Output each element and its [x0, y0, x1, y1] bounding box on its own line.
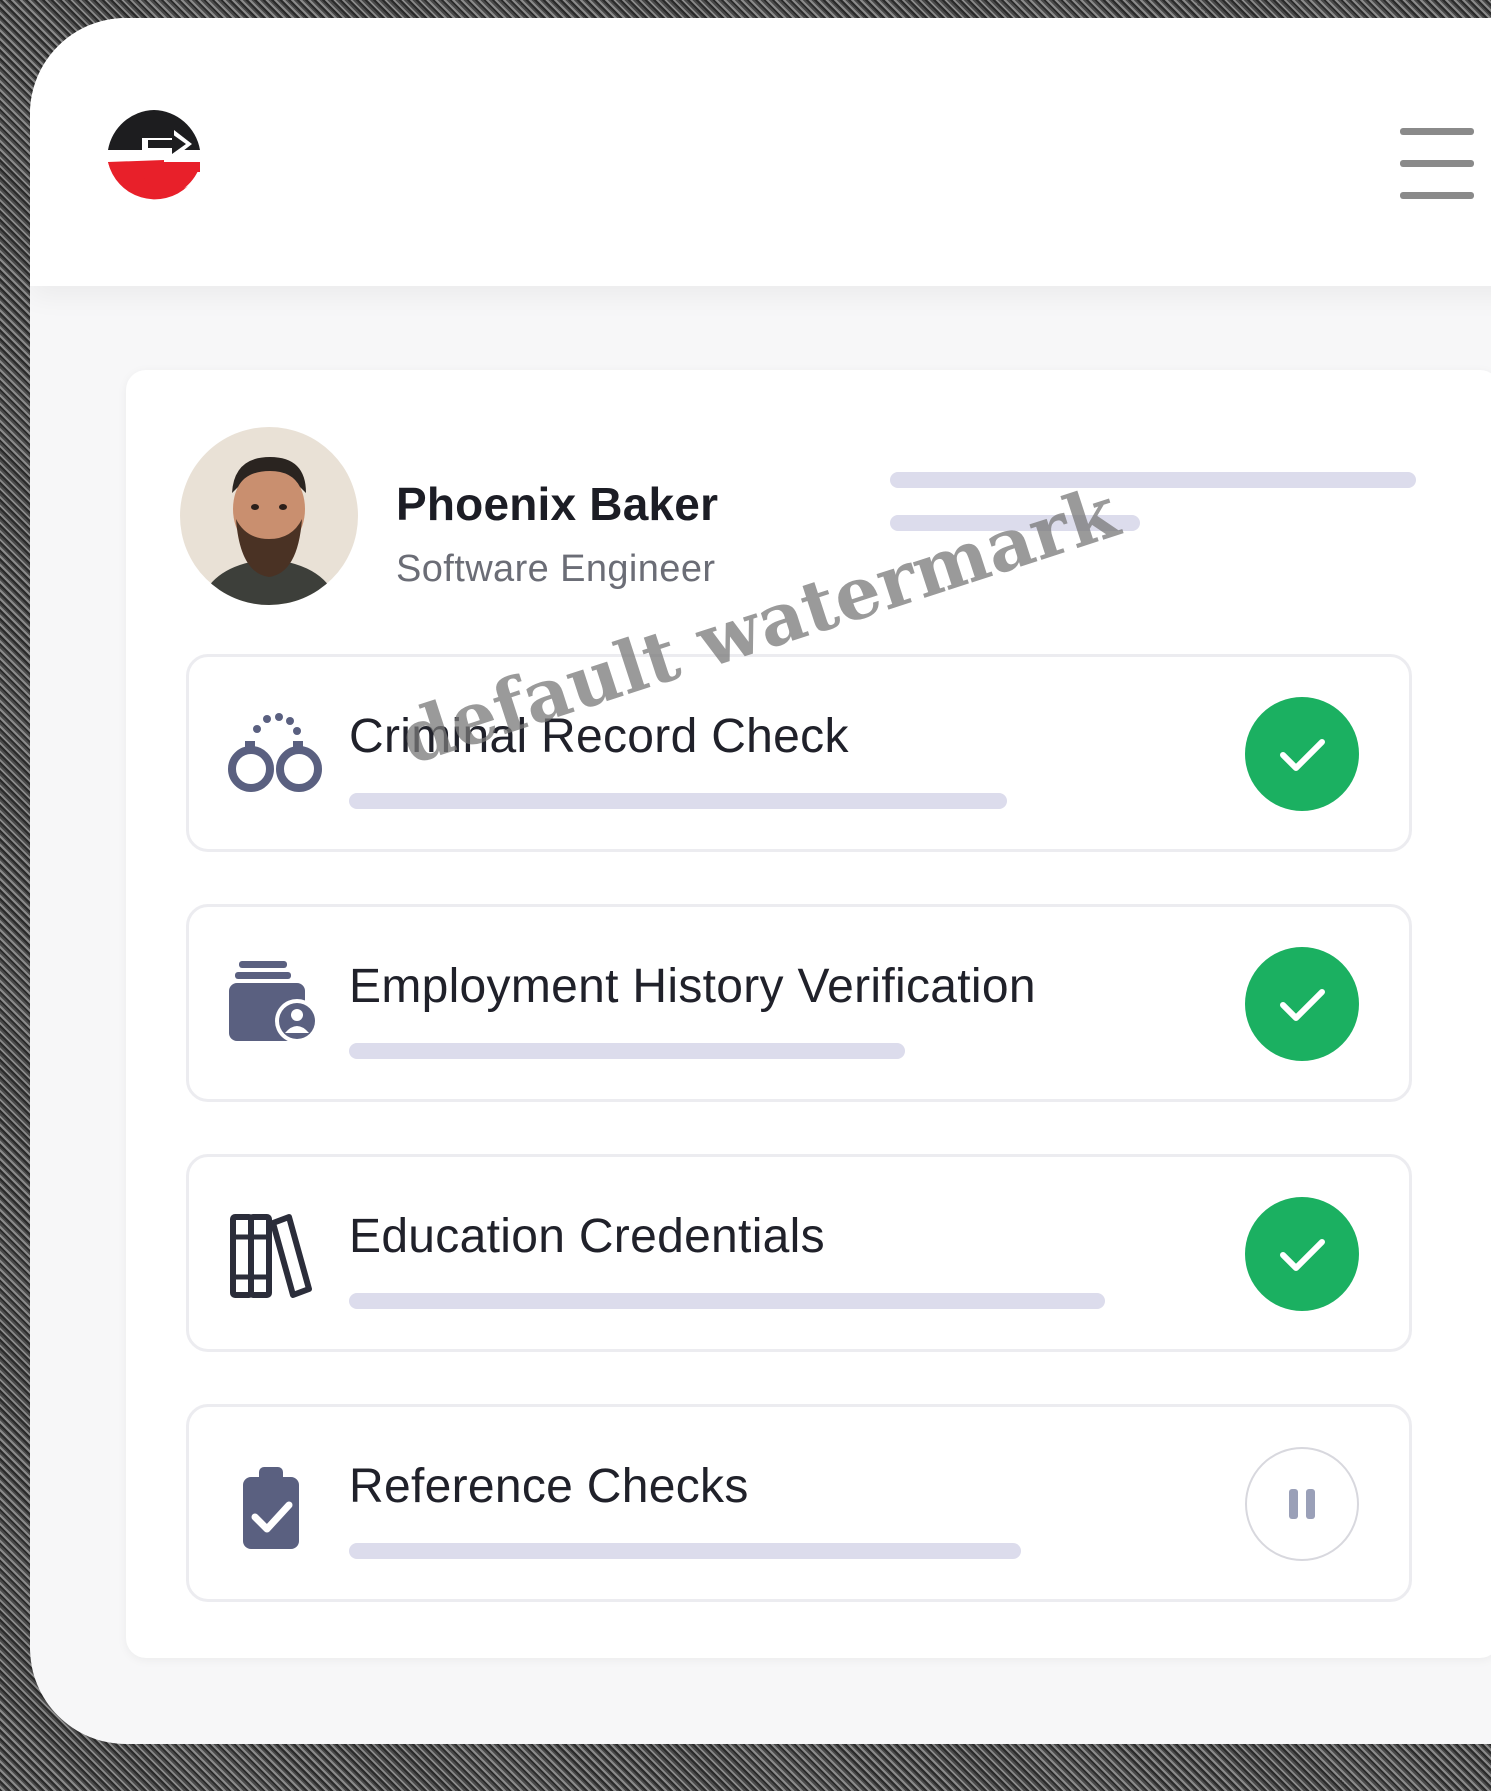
- brand-logo: [108, 110, 200, 200]
- check-item-reference[interactable]: Reference Checks: [186, 1404, 1412, 1602]
- placeholder-bar: [349, 1293, 1105, 1309]
- placeholder-bar: [349, 793, 1007, 809]
- checkmark-icon: [1280, 989, 1325, 1021]
- check-item-education[interactable]: Education Credentials: [186, 1154, 1412, 1352]
- app-header: [30, 18, 1491, 286]
- placeholder-bar: [349, 1543, 1021, 1559]
- check-item-label: Employment History Verification: [349, 960, 1036, 1013]
- candidate-role: Software Engineer: [396, 548, 716, 590]
- status-complete: [1245, 697, 1359, 811]
- check-item-label: Education Credentials: [349, 1210, 825, 1263]
- avatar: [180, 427, 358, 605]
- checkmark-icon: [1280, 739, 1325, 771]
- check-item-employment-history[interactable]: Employment History Verification: [186, 904, 1412, 1102]
- clipboard-check-icon: [243, 1467, 299, 1549]
- books-icon: [230, 1214, 312, 1298]
- candidate-name: Phoenix Baker: [396, 478, 719, 530]
- placeholder-bar: [349, 1043, 905, 1059]
- status-paused: [1245, 1447, 1359, 1561]
- hamburger-menu-icon[interactable]: [1400, 124, 1474, 204]
- id-card-user-icon: [229, 961, 319, 1043]
- status-complete: [1245, 1197, 1359, 1311]
- check-item-label: Reference Checks: [349, 1460, 749, 1513]
- check-item-criminal-record[interactable]: Criminal Record Check: [186, 654, 1412, 852]
- handcuffs-icon: [228, 713, 322, 792]
- checkmark-icon: [1280, 1239, 1325, 1271]
- pause-icon: [1289, 1489, 1315, 1519]
- placeholder-bar: [890, 472, 1416, 488]
- status-complete: [1245, 947, 1359, 1061]
- app-window: Phoenix Baker Software Engineer Criminal…: [30, 18, 1491, 1744]
